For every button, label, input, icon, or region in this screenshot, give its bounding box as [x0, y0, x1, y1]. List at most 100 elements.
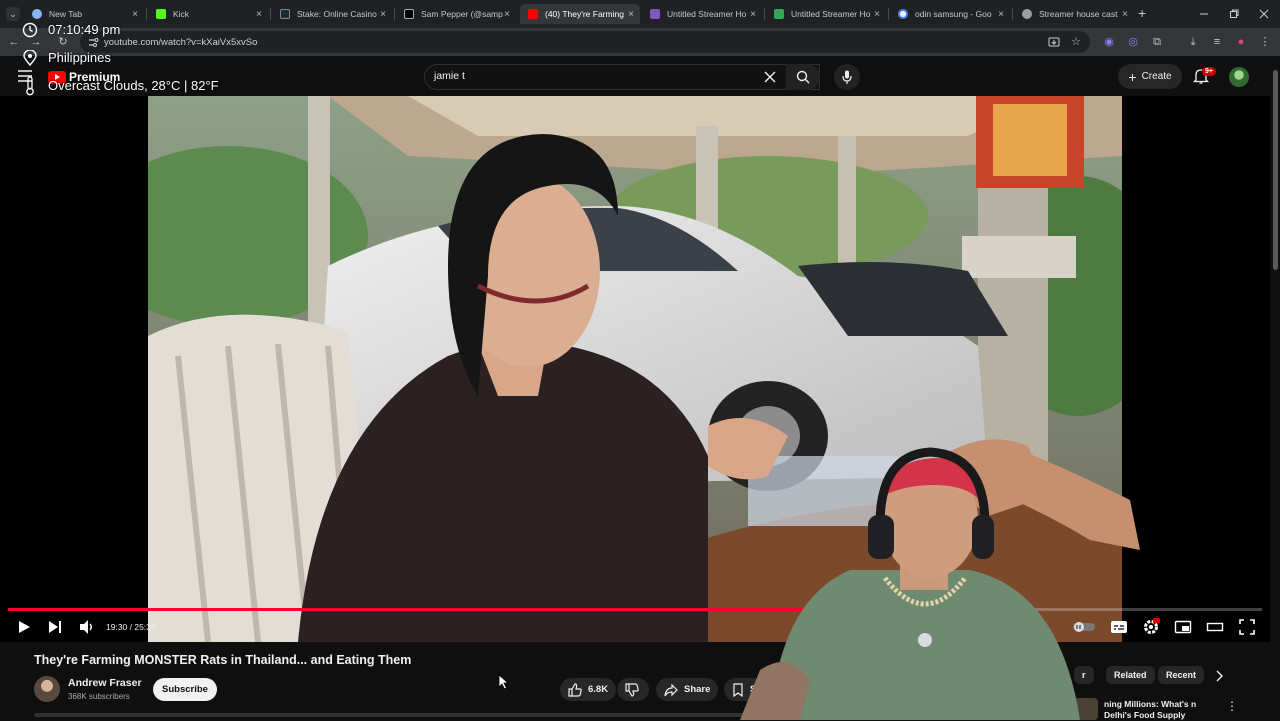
video-title: They're Farming MONSTER Rats in Thailand…	[34, 653, 412, 667]
overlay-location: Philippines	[48, 50, 111, 65]
channel-avatar[interactable]	[34, 676, 60, 702]
back-icon[interactable]: ←	[8, 36, 20, 48]
close-icon[interactable]: ×	[1122, 9, 1128, 20]
kick-icon	[156, 9, 166, 19]
youtube-icon	[528, 9, 538, 19]
chrome-menu-icon[interactable]: ⋮	[1259, 36, 1271, 48]
close-icon[interactable]: ×	[750, 9, 756, 20]
clock-icon	[22, 22, 38, 38]
close-icon[interactable]: ×	[874, 9, 880, 20]
x-icon	[404, 9, 414, 19]
tab-separator	[270, 8, 271, 20]
chrome-icon	[32, 9, 42, 19]
tab-label: Stake: Online Casino	[297, 9, 377, 19]
streamer-webcam	[740, 430, 1140, 720]
share-label: Share	[684, 684, 711, 695]
search-button[interactable]	[786, 64, 820, 90]
close-icon[interactable]: ×	[998, 9, 1004, 20]
tab-separator	[888, 8, 889, 20]
close-icon[interactable]: ×	[628, 9, 634, 20]
thumbs-up-icon	[568, 682, 582, 697]
page-scrollbar-thumb[interactable]	[1273, 70, 1278, 270]
tab-streamer-house-1[interactable]: Untitled Streamer Ho ×	[642, 4, 762, 24]
like-button[interactable]: 6.8K	[560, 678, 616, 701]
create-button[interactable]: + Create	[1118, 64, 1182, 89]
plus-icon: +	[1128, 68, 1137, 85]
extension-icon-1[interactable]: ◉	[1103, 36, 1115, 48]
tab-streamer-house-2[interactable]: Untitled Streamer Ho ×	[766, 4, 886, 24]
theater-mode-icon[interactable]	[1206, 618, 1224, 636]
stake-icon	[280, 9, 290, 19]
bookmark-star-icon[interactable]: ☆	[1070, 36, 1082, 48]
tab-label: Kick	[173, 9, 190, 19]
chevron-right-icon[interactable]	[1214, 670, 1224, 682]
site-info-icon[interactable]	[88, 37, 99, 48]
overlay-clock: 07:10:49 pm	[48, 22, 121, 37]
notification-count-badge: 9+	[1202, 67, 1216, 76]
settings-gear-icon[interactable]	[1142, 618, 1160, 636]
tab-youtube-active[interactable]: (40) They're Farming ×	[520, 4, 640, 24]
media-control-icon[interactable]: ≡	[1211, 36, 1223, 48]
subscribe-button[interactable]: Subscribe	[153, 678, 217, 701]
close-icon[interactable]: ×	[256, 9, 262, 20]
tab-separator	[1012, 8, 1013, 20]
tab-label: odin samsung - Goo	[915, 9, 992, 19]
like-count: 6.8K	[588, 684, 609, 695]
more-options-icon[interactable]: ⋮	[1226, 699, 1238, 713]
tab-x-sam-pepper[interactable]: Sam Pepper (@samp ×	[396, 4, 516, 24]
clear-search-icon[interactable]	[764, 71, 776, 83]
overlay-weather: Overcast Clouds, 28°C | 82°F	[48, 78, 219, 93]
tab-separator	[394, 8, 395, 20]
close-icon[interactable]: ×	[380, 9, 386, 20]
tab-stake[interactable]: Stake: Online Casino ×	[272, 4, 392, 24]
close-icon[interactable]: ×	[504, 9, 510, 20]
search-input[interactable]	[424, 64, 820, 90]
time-display: 19:30 / 25:39	[106, 622, 156, 632]
tab-label: (40) They're Farming	[545, 9, 624, 19]
tab-kick[interactable]: Kick ×	[148, 4, 268, 24]
tab-separator	[146, 8, 147, 20]
tab-streamer-house-cast[interactable]: Streamer house cast ×	[1014, 4, 1134, 24]
share-button[interactable]: Share	[656, 678, 718, 701]
new-tab-button[interactable]: +	[1138, 5, 1146, 21]
fullscreen-icon[interactable]	[1238, 618, 1256, 636]
share-icon	[664, 683, 678, 696]
play-icon[interactable]	[15, 618, 33, 636]
reload-icon[interactable]: ↻	[57, 36, 69, 48]
download-icon[interactable]: ⤓	[1187, 36, 1199, 48]
profile-icon[interactable]: ●	[1235, 36, 1247, 48]
close-icon[interactable]: ×	[132, 9, 138, 20]
thumbs-down-icon	[625, 682, 639, 697]
tab-label: Streamer house cast	[1039, 9, 1118, 19]
globe-icon	[1022, 9, 1032, 19]
window-close-icon[interactable]	[1259, 9, 1269, 19]
miniplayer-icon[interactable]	[1174, 618, 1192, 636]
tab-search-chevron-icon[interactable]: ⌄	[6, 7, 20, 21]
next-icon[interactable]	[46, 618, 64, 636]
create-label: Create	[1141, 71, 1172, 82]
minimize-icon[interactable]	[1199, 9, 1209, 19]
extensions-puzzle-icon[interactable]: ⧉	[1151, 36, 1163, 48]
channel-name[interactable]: Andrew Fraser	[68, 677, 142, 689]
webcam-image	[740, 447, 1140, 720]
search-icon	[796, 70, 810, 84]
url-text[interactable]: youtube.com/watch?v=kXaiVx5xvSo	[104, 37, 257, 48]
voice-search-button[interactable]	[834, 64, 860, 90]
search-query: jamie t	[434, 70, 465, 82]
forms-icon	[650, 9, 660, 19]
restore-icon[interactable]	[1229, 9, 1239, 19]
chip-recent[interactable]: Recent	[1158, 666, 1204, 684]
tab-label: Untitled Streamer Ho	[791, 9, 871, 19]
user-avatar[interactable]	[1229, 67, 1249, 87]
dislike-button[interactable]	[617, 678, 649, 701]
mouse-cursor-icon	[498, 674, 510, 690]
install-app-icon[interactable]	[1048, 36, 1060, 48]
location-pin-icon	[23, 50, 37, 66]
tab-new-tab[interactable]: New Tab ×	[24, 4, 144, 24]
extension-icon-2[interactable]: ◎	[1127, 36, 1139, 48]
browser-tab-strip: ⌄ New Tab × Kick × Stake: Online Casino …	[0, 0, 1280, 28]
tab-label: New Tab	[49, 9, 82, 19]
volume-icon[interactable]	[78, 618, 96, 636]
tab-label: Untitled Streamer Ho	[667, 9, 747, 19]
tab-google-search[interactable]: odin samsung - Goo ×	[890, 4, 1010, 24]
